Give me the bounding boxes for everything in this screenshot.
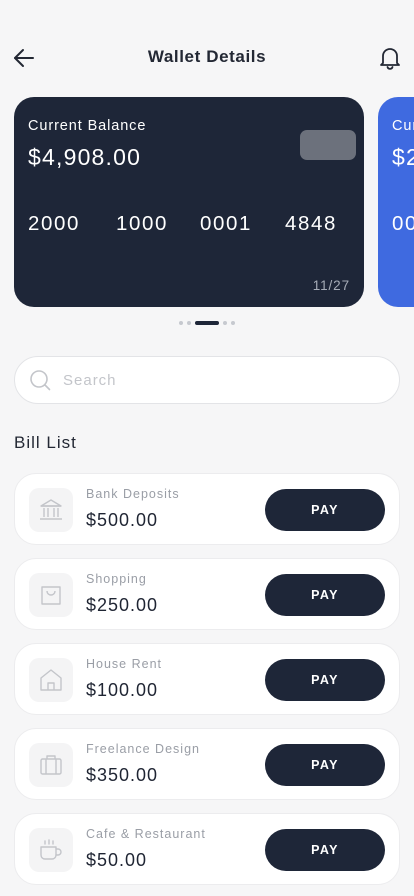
bill-amount: $350.00: [86, 765, 159, 785]
coffee-cup-icon: [29, 828, 73, 872]
card-carousel[interactable]: Current Balance $4,908.00 2000 1000 0001…: [14, 97, 414, 307]
carousel-dot[interactable]: [179, 321, 183, 325]
page-title: Wallet Details: [147, 47, 267, 66]
wallet-card[interactable]: Current Balance $2 00: [378, 97, 414, 307]
briefcase-icon: [29, 743, 73, 787]
card-number-group: 00: [392, 212, 414, 235]
card-balance: $2: [392, 144, 414, 170]
shopping-bag-icon: [29, 573, 73, 617]
pay-button[interactable]: PAY: [265, 489, 385, 531]
card-balance-label: Current Balance: [28, 118, 147, 134]
bill-name: Bank Deposits: [86, 487, 180, 501]
carousel-dot[interactable]: [223, 321, 227, 325]
bell-icon: [380, 48, 400, 70]
bill-name: House Rent: [86, 657, 163, 671]
bill-item[interactable]: Cafe & Restaurant $50.00 PAY: [14, 813, 400, 885]
pay-button[interactable]: PAY: [265, 574, 385, 616]
bill-amount: $100.00: [86, 680, 159, 700]
bill-name: Cafe & Restaurant: [86, 827, 206, 841]
bill-item[interactable]: Bank Deposits $500.00 PAY: [14, 473, 400, 545]
search-bar[interactable]: [14, 356, 400, 404]
bill-amount: $500.00: [86, 510, 159, 530]
carousel-dot-active[interactable]: [195, 321, 219, 325]
card-expiry: 11/27: [312, 278, 350, 293]
carousel-dot[interactable]: [231, 321, 235, 325]
card-number-group: 1000: [116, 212, 169, 235]
card-balance-label: Current Balance: [392, 118, 414, 134]
card-number-group: 0001: [200, 212, 253, 235]
search-input[interactable]: [63, 371, 363, 389]
notifications-button[interactable]: [376, 44, 404, 72]
bill-item[interactable]: House Rent $100.00 PAY: [14, 643, 400, 715]
card-number-group: 2000: [28, 212, 81, 235]
bill-amount: $50.00: [86, 850, 148, 870]
house-icon: [29, 658, 73, 702]
pay-button[interactable]: PAY: [265, 744, 385, 786]
bill-name: Shopping: [86, 572, 147, 586]
card-number-group: 4848: [285, 212, 338, 235]
carousel-indicator: [0, 321, 414, 325]
bank-icon: [29, 488, 73, 532]
pay-button[interactable]: PAY: [265, 829, 385, 871]
carousel-dot[interactable]: [187, 321, 191, 325]
bill-item[interactable]: Freelance Design $350.00 PAY: [14, 728, 400, 800]
pay-button[interactable]: PAY: [265, 659, 385, 701]
bill-amount: $250.00: [86, 595, 159, 615]
bill-list-title: Bill List: [14, 433, 77, 452]
card-balance: $4,908.00: [28, 144, 142, 170]
bill-item[interactable]: Shopping $250.00 PAY: [14, 558, 400, 630]
bill-name: Freelance Design: [86, 742, 200, 756]
wallet-card[interactable]: Current Balance $4,908.00 2000 1000 0001…: [14, 97, 364, 307]
card-chip: [300, 130, 356, 160]
search-icon: [29, 369, 51, 391]
